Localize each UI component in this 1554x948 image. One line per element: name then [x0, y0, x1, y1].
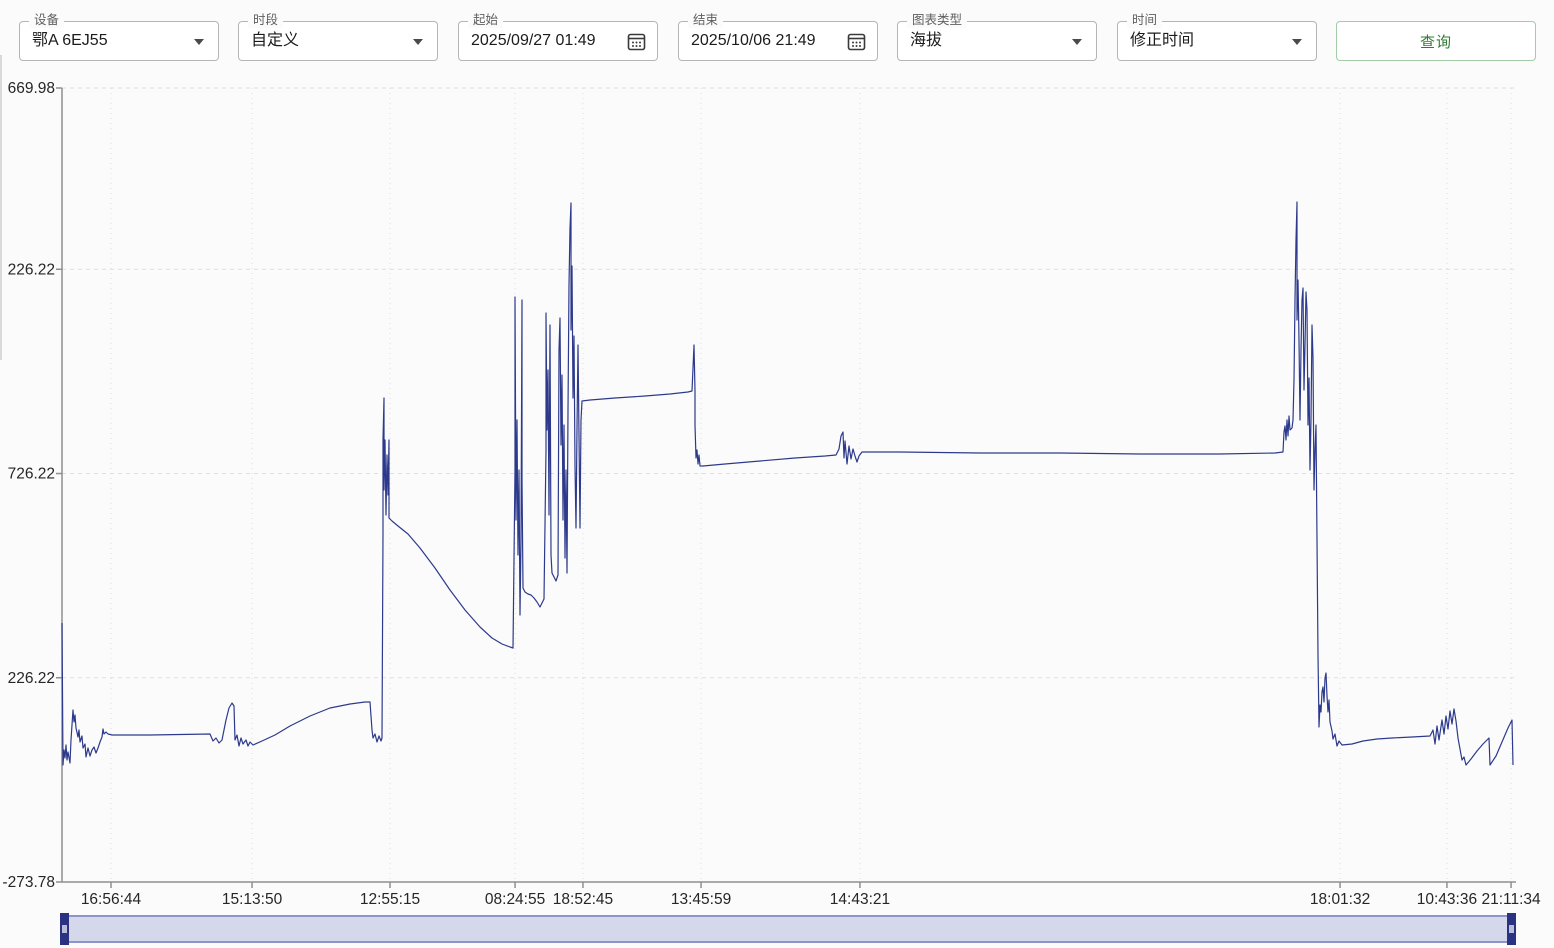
device-select[interactable]: 设备 鄂A 6EJ55: [19, 21, 219, 61]
y-axis-label: 226.22: [8, 670, 55, 687]
x-axis-label: 12:55:15: [360, 891, 420, 908]
x-axis-label: 15:13:50: [222, 891, 283, 908]
period-select[interactable]: 时段 自定义: [238, 21, 438, 61]
altitude-line-series: [62, 202, 1513, 765]
time-mode-value: 修正时间: [1130, 22, 1194, 60]
x-axis-label: 14:43:21: [830, 891, 890, 908]
handle-grip-icon: [62, 925, 67, 933]
y-axis-label: 226.22: [8, 261, 55, 278]
start-datetime-field[interactable]: 起始 2025/09/27 01:49: [458, 21, 658, 61]
x-axis-label: 10:43:36: [1417, 891, 1477, 908]
x-axis-label: 18:52:45: [553, 891, 613, 908]
y-axis-label: -273.78: [2, 874, 55, 891]
chevron-down-icon: [1292, 39, 1302, 45]
altitude-line-chart[interactable]: 669.98 226.22 726.22 226.22 -273.78 16:56:44 1…: [0, 80, 1554, 910]
x-axis-label: 08:24:55: [485, 891, 545, 908]
query-toolbar: 设备 鄂A 6EJ55 时段 自定义 起始 2025/09/27 01:49 结…: [0, 0, 1554, 80]
query-button[interactable]: 查询: [1336, 21, 1536, 61]
datazoom-slider[interactable]: [60, 913, 1516, 945]
chart-canvas[interactable]: 669.98 226.22 726.22 226.22 -273.78 16:56:44 1…: [0, 80, 1554, 910]
chart-type-value: 海拔: [910, 22, 942, 60]
end-datetime-field[interactable]: 结束 2025/10/06 21:49: [678, 21, 878, 61]
chevron-down-icon: [413, 39, 423, 45]
y-axis-label: 726.22: [8, 466, 55, 483]
datazoom-right-handle[interactable]: [1507, 913, 1516, 945]
start-datetime-value: 2025/09/27 01:49: [471, 22, 596, 60]
x-axis-label: 18:01:32: [1310, 891, 1370, 908]
device-select-value: 鄂A 6EJ55: [32, 22, 108, 60]
handle-grip-icon: [1509, 925, 1514, 933]
datazoom-left-handle[interactable]: [60, 913, 69, 945]
calendar-icon[interactable]: [627, 32, 646, 51]
chevron-down-icon: [1072, 39, 1082, 45]
y-axis-label: 669.98: [8, 80, 55, 97]
time-mode-select[interactable]: 时间 修正时间: [1117, 21, 1317, 61]
period-select-value: 自定义: [251, 22, 299, 60]
chevron-down-icon: [194, 39, 204, 45]
x-axis-label: 16:56:44: [81, 891, 142, 908]
vehicle-telemetry-page: 设备 鄂A 6EJ55 时段 自定义 起始 2025/09/27 01:49 结…: [0, 0, 1554, 948]
end-datetime-value: 2025/10/06 21:49: [691, 22, 816, 60]
datazoom-track[interactable]: [60, 915, 1516, 943]
x-axis-label: 13:45:59: [671, 891, 731, 908]
calendar-icon[interactable]: [847, 32, 866, 51]
chart-type-select[interactable]: 图表类型 海拔: [897, 21, 1097, 61]
x-axis-label: 21:11:34: [1481, 891, 1541, 908]
